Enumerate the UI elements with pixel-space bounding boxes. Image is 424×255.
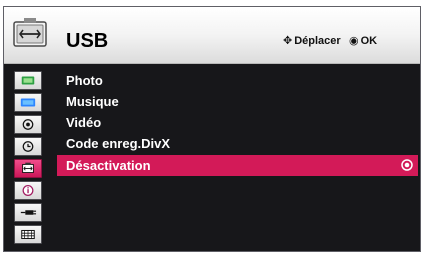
input-icon [20, 210, 37, 215]
sidebar-item-input[interactable] [14, 203, 42, 222]
sidebar-item-audio[interactable] [14, 115, 42, 134]
audio-icon [22, 119, 34, 130]
sidebar-item-time[interactable] [14, 137, 42, 156]
category-sidebar [10, 67, 60, 251]
menu-item-label: Photo [66, 73, 103, 88]
sidebar-item-picture[interactable] [14, 71, 42, 90]
sidebar-item-info[interactable] [14, 181, 42, 200]
menu-item-label: Code enreg.DivX [66, 136, 171, 151]
ok-hint: ◉ OK [349, 34, 377, 48]
menu-item-photo[interactable]: Photo [57, 70, 418, 91]
clock-icon [22, 141, 34, 152]
menu-item-deactivation[interactable]: Désactivation [57, 155, 418, 176]
menu-header: USB ✥ Déplacer ◉ OK [4, 7, 420, 64]
usb-drive-icon [13, 17, 47, 49]
display-icon [20, 98, 36, 107]
osd-menu-window: USB ✥ Déplacer ◉ OK Photo Musique Vidéo … [3, 6, 421, 252]
ok-hint-label: OK [360, 35, 378, 47]
selected-ok-icon [401, 159, 413, 171]
menu-item-label: Vidéo [66, 115, 102, 130]
menu-item-label: Désactivation [66, 158, 151, 173]
usb-icon [22, 162, 34, 173]
move-hint: ✥ Déplacer [283, 34, 341, 48]
sidebar-item-usb[interactable] [14, 159, 42, 178]
film-icon [21, 229, 35, 240]
info-icon [22, 185, 34, 196]
move-hint-label: Déplacer [294, 35, 341, 47]
usb-menu-list: Photo Musique Vidéo Code enreg.DivX Désa… [57, 65, 420, 251]
menu-item-divx-registration[interactable]: Code enreg.DivX [57, 133, 418, 154]
page-title: USB [66, 30, 109, 52]
four-way-arrow-icon: ✥ [283, 35, 293, 47]
menu-item-video[interactable]: Vidéo [57, 112, 418, 133]
menu-item-label: Musique [66, 94, 119, 109]
ok-circle-icon: ◉ [349, 35, 359, 47]
sidebar-item-film[interactable] [14, 225, 42, 244]
sidebar-item-display[interactable] [14, 93, 42, 112]
picture-icon [21, 76, 35, 85]
menu-item-music[interactable]: Musique [57, 91, 418, 112]
